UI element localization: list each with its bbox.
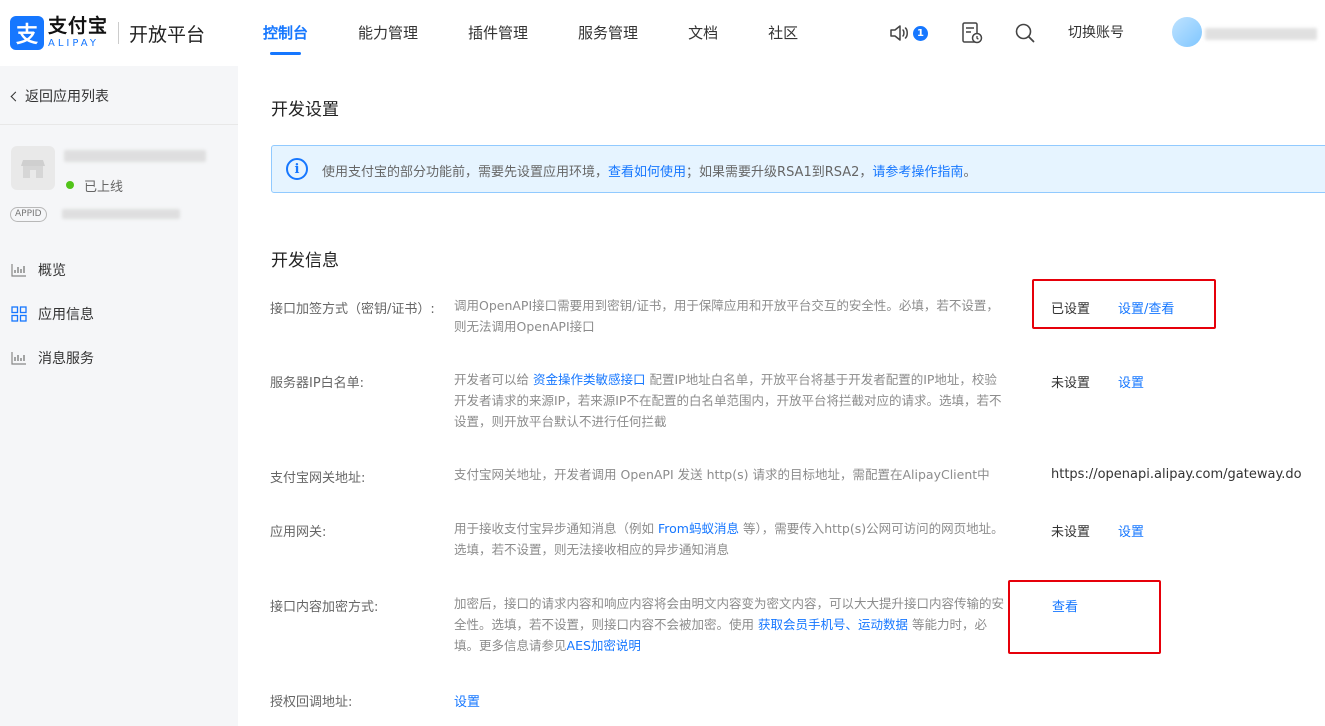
sidebar-item-app-info[interactable]: 应用信息 bbox=[10, 304, 94, 324]
notice-text-part: 使用支付宝的部分功能前，需要先设置应用环境， bbox=[322, 165, 609, 180]
sidebar-divider bbox=[0, 124, 238, 125]
ip-whitelist-set-link[interactable]: 设置 bbox=[1118, 372, 1144, 391]
from-ant-message-link[interactable]: From蚂蚁消息 bbox=[658, 521, 739, 536]
sidebar-item-message-service[interactable]: 消息服务 bbox=[10, 348, 94, 368]
app-gateway-set-link[interactable]: 设置 bbox=[1118, 521, 1144, 540]
appid-tag: APPID bbox=[10, 207, 47, 222]
alipay-gateway-label: 支付宝网关地址: bbox=[270, 471, 366, 486]
search-icon[interactable] bbox=[1014, 22, 1036, 44]
how-to-use-link[interactable]: 查看如何使用 bbox=[608, 165, 686, 180]
nav-capability[interactable]: 能力管理 bbox=[358, 0, 418, 66]
dev-info-title: 开发信息 bbox=[271, 251, 339, 271]
ip-whitelist-status: 未设置 bbox=[1051, 376, 1091, 391]
desc-text: 用于接收支付宝异步通知消息（例如 bbox=[454, 521, 658, 536]
app-gateway-desc: 用于接收支付宝异步通知消息（例如 From蚂蚁消息 等），需要传入http(s)… bbox=[454, 518, 1009, 560]
info-icon: i bbox=[286, 158, 308, 180]
logo-wordmark: 支付宝 ALIPAY bbox=[48, 17, 108, 49]
top-header: 支 支付宝 ALIPAY 开放平台 控制台 能力管理 插件管理 服务管理 文档 … bbox=[0, 0, 1325, 66]
content-encrypt-desc: 加密后，接口的请求内容和响应内容将会由明文内容变为密文内容，可以大大提升接口内容… bbox=[454, 593, 1009, 656]
sidebar: 返回应用列表 已上线 APPID 概览 应用信息 消息服务 bbox=[0, 66, 238, 726]
alipay-gateway-desc: 支付宝网关地址，开发者调用 OpenAPI 发送 http(s) 请求的目标地址… bbox=[454, 467, 990, 482]
aes-doc-link[interactable]: AES加密说明 bbox=[567, 638, 641, 653]
nav-console[interactable]: 控制台 bbox=[263, 0, 308, 66]
desc-text: 开发者可以给 bbox=[454, 372, 533, 387]
chevron-left-icon bbox=[10, 91, 21, 102]
highlight-box bbox=[1032, 279, 1216, 329]
logo-en-text: ALIPAY bbox=[48, 38, 99, 49]
app-gateway-status: 未设置 bbox=[1051, 525, 1091, 540]
sensitive-api-link[interactable]: 资金操作类敏感接口 bbox=[533, 372, 646, 387]
switch-account-link[interactable]: 切换账号 bbox=[1068, 0, 1124, 66]
notice-text-part: ；如果需要升级RSA1到RSA2， bbox=[686, 165, 873, 180]
app-store-icon bbox=[11, 146, 55, 190]
back-label: 返回应用列表 bbox=[25, 89, 109, 105]
grid-icon bbox=[10, 305, 28, 323]
alipay-logo[interactable]: 支 支付宝 ALIPAY 开放平台 bbox=[10, 16, 205, 50]
chart-icon bbox=[10, 261, 28, 279]
main-content: 开发设置 i 使用支付宝的部分功能前，需要先设置应用环境，查看如何使用；如果需要… bbox=[238, 66, 1325, 726]
notification-badge: 1 bbox=[913, 26, 928, 41]
sign-method-label: 接口加签方式（密钥/证书）: bbox=[270, 302, 435, 317]
dev-settings-title: 开发设置 bbox=[271, 100, 339, 120]
nav-docs[interactable]: 文档 bbox=[688, 0, 718, 66]
ip-whitelist-label: 服务器IP白名单: bbox=[270, 376, 365, 391]
nav-plugin[interactable]: 插件管理 bbox=[468, 0, 528, 66]
notice-text: 使用支付宝的部分功能前，需要先设置应用环境，查看如何使用；如果需要升级RSA1到… bbox=[322, 161, 976, 180]
desc-separator: 、 bbox=[845, 617, 859, 632]
logo-divider bbox=[118, 22, 120, 44]
sidebar-item-label: 应用信息 bbox=[38, 307, 94, 323]
masked-app-name bbox=[64, 150, 206, 162]
nav-service[interactable]: 服务管理 bbox=[578, 0, 638, 66]
sidebar-item-label: 消息服务 bbox=[38, 351, 94, 367]
nav-community[interactable]: 社区 bbox=[768, 0, 798, 66]
back-to-app-list[interactable]: 返回应用列表 bbox=[10, 86, 109, 106]
user-avatar[interactable] bbox=[1172, 17, 1202, 47]
content-encrypt-label: 接口内容加密方式: bbox=[270, 600, 379, 615]
notice-text-part: 。 bbox=[963, 165, 977, 180]
notice-banner: i 使用支付宝的部分功能前，需要先设置应用环境，查看如何使用；如果需要升级RSA… bbox=[271, 145, 1325, 193]
main-nav: 控制台 能力管理 插件管理 服务管理 文档 社区 bbox=[263, 0, 848, 66]
speaker-icon[interactable] bbox=[888, 22, 912, 44]
platform-name: 开放平台 bbox=[129, 23, 206, 46]
ip-whitelist-desc: 开发者可以给 资金操作类敏感接口 配置IP地址白名单，开放平台将基于开发者配置的… bbox=[454, 369, 1009, 432]
online-status-dot bbox=[66, 181, 74, 189]
auth-callback-set-link[interactable]: 设置 bbox=[454, 691, 480, 710]
auth-callback-label: 授权回调地址: bbox=[270, 695, 353, 710]
chart-icon bbox=[10, 349, 28, 367]
sport-data-link[interactable]: 运动数据 bbox=[858, 617, 908, 632]
sidebar-item-overview[interactable]: 概览 bbox=[10, 260, 66, 280]
logo-cn-text: 支付宝 bbox=[48, 15, 109, 37]
guide-link[interactable]: 请参考操作指南 bbox=[872, 165, 963, 180]
sidebar-item-label: 概览 bbox=[38, 263, 66, 279]
app-status: 已上线 bbox=[84, 180, 124, 195]
todo-document-icon[interactable] bbox=[960, 21, 984, 45]
alipay-logo-icon: 支 bbox=[10, 16, 44, 50]
masked-username bbox=[1205, 28, 1317, 40]
app-gateway-label: 应用网关: bbox=[270, 525, 327, 540]
masked-appid bbox=[62, 209, 180, 219]
member-phone-link[interactable]: 获取会员手机号 bbox=[758, 617, 846, 632]
highlight-box bbox=[1008, 580, 1161, 654]
alipay-gateway-url: https://openapi.alipay.com/gateway.do bbox=[1051, 467, 1302, 482]
sign-method-desc: 调用OpenAPI接口需要用到密钥/证书，用于保障应用和开放平台交互的安全性。必… bbox=[454, 298, 999, 334]
